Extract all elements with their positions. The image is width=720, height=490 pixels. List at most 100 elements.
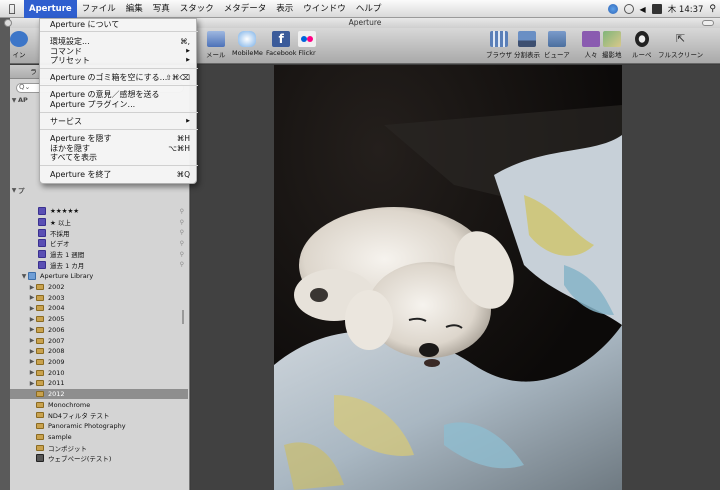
search-icon: ⚲ [179, 207, 184, 215]
split-view-label: 分割表示 [514, 51, 540, 59]
disclosure-triangle-icon[interactable]: ▶ [28, 284, 36, 291]
facebook-button[interactable]: f Facebook [266, 31, 297, 57]
folder-icon [36, 348, 44, 355]
sidebar-item-library[interactable]: ▼ Aperture Library [10, 271, 190, 282]
sidebar-item-year[interactable]: ▶ 2007 [10, 335, 190, 346]
menu-item-about[interactable]: Aperture について [40, 20, 198, 30]
email-button[interactable]: メール [206, 31, 226, 59]
viewer-button[interactable]: ビューア [544, 31, 570, 59]
import-button[interactable]: イン [10, 31, 28, 59]
close-button[interactable] [4, 19, 12, 27]
menu-window[interactable]: ウインドウ [298, 0, 351, 18]
sidebar-item-year[interactable]: ▶ 2011 [10, 378, 190, 389]
loupe-button[interactable]: ルーペ [632, 31, 652, 59]
disclosure-triangle-icon[interactable]: ▼ [20, 273, 28, 280]
smart-album-icon [38, 250, 46, 259]
album-icon [36, 401, 44, 408]
sidebar-item-album[interactable]: Monochrome [10, 399, 190, 410]
sidebar-item-album[interactable]: sample [10, 432, 190, 443]
menu-item-preferences[interactable]: 環境設定... ⌘, [40, 37, 198, 47]
disclosure-triangle-icon[interactable]: ▶ [28, 305, 36, 312]
sidebar-item-label: ★★★★★ [50, 207, 80, 216]
sidebar-item-year[interactable]: ▶ 2008 [10, 346, 190, 357]
menu-item-label: 環境設定... [50, 37, 90, 46]
clock[interactable]: 木 14:37 [668, 3, 704, 15]
menu-view[interactable]: 表示 [271, 0, 298, 18]
sidebar-item-album[interactable]: Panoramic Photography [10, 421, 190, 432]
photo[interactable] [274, 65, 622, 490]
sidebar-item-webpage[interactable]: ウェブページ(テスト) [10, 453, 190, 464]
apple-icon[interactable]:  [0, 2, 24, 15]
sidebar-item-smart[interactable]: ★★★★★ ⚲ [10, 206, 190, 217]
sidebar-item-album[interactable]: ND4フィルタ テスト [10, 410, 190, 421]
smart-album-icon [38, 228, 46, 237]
sidebar-item-year[interactable]: ▶ 2005 [10, 314, 190, 325]
faces-button[interactable]: 人々 [582, 31, 600, 59]
sidebar-resize-handle[interactable] [182, 310, 184, 324]
flickr-button[interactable]: Flickr [298, 31, 316, 57]
sidebar-item-smart[interactable]: ビデオ ⚲ [10, 238, 190, 249]
disclosure-triangle-icon[interactable]: ▶ [28, 348, 36, 355]
disclosure-triangle-icon[interactable]: ▶ [28, 337, 36, 344]
disclosure-triangle-icon[interactable]: ▶ [28, 316, 36, 323]
sidebar-item-smart[interactable]: 不採用 ⚲ [10, 227, 190, 238]
menu-item-presets[interactable]: プリセット ▶ [40, 56, 198, 66]
sidebar-item-year[interactable]: ▶ 2002 [10, 282, 190, 293]
disclosure-triangle-icon[interactable]: ▶ [28, 369, 36, 376]
sidebar-item-year[interactable]: ▶ 2009 [10, 357, 190, 368]
flickr-label: Flickr [298, 49, 316, 57]
sidebar-item-album[interactable]: コンポジット [10, 442, 190, 453]
spotlight-icon[interactable]: ⚲ [709, 4, 716, 14]
menu-item-quit[interactable]: Aperture を終了 ⌘Q [40, 170, 198, 180]
menu-metadata[interactable]: メタデータ [219, 0, 272, 18]
smart-album-icon [38, 260, 46, 269]
sidebar-item-smart[interactable]: ★ 以上 ⚲ [10, 217, 190, 228]
tab-library[interactable]: ラ [30, 67, 37, 77]
menu-photos[interactable]: 写真 [148, 0, 175, 18]
menu-stacks[interactable]: スタック [175, 0, 219, 18]
places-button[interactable]: 撮影地 [602, 31, 622, 59]
menu-help[interactable]: ヘルプ [351, 0, 387, 18]
sync-icon[interactable] [607, 4, 618, 14]
browser-button[interactable]: ブラウザ [486, 31, 512, 59]
menu-aperture[interactable]: Aperture [24, 0, 77, 18]
sidebar-item-year[interactable]: ▶ 2004 [10, 303, 190, 314]
toolbar-toggle-button[interactable] [702, 20, 714, 26]
menu-item-hide-others[interactable]: ほかを隠す ⌥⌘H [40, 144, 198, 154]
sidebar-item-year[interactable]: 2012 [10, 388, 188, 400]
volume-icon[interactable]: ◀ [640, 5, 646, 14]
sidebar-item-smart[interactable]: 過去 1 週間 ⚲ [10, 249, 190, 260]
menu-item-show-all[interactable]: すべてを表示 [40, 153, 198, 163]
sidebar-item-year[interactable]: ▶ 2010 [10, 367, 190, 378]
split-view-button[interactable]: 分割表示 [514, 31, 540, 59]
dog-photo [274, 65, 622, 490]
menu-item-feedback[interactable]: Aperture の意見／感想を送る [40, 90, 198, 100]
input-menu-icon[interactable] [651, 4, 662, 14]
menu-item-plugins[interactable]: Aperture プラグイン... [40, 100, 198, 110]
sidebar-item-smart-header[interactable]: ▼ プ [10, 185, 190, 196]
disclosure-triangle-icon[interactable]: ▶ [28, 326, 36, 333]
disclosure-triangle-icon[interactable]: ▶ [28, 294, 36, 301]
menu-item-commands[interactable]: コマンド ▶ [40, 47, 198, 57]
menu-edit[interactable]: 編集 [121, 0, 148, 18]
mobileme-button[interactable]: MobileMe [232, 31, 263, 57]
time-machine-icon[interactable] [623, 4, 634, 14]
sidebar-item-label: コンポジット [48, 444, 87, 453]
sidebar-item-year[interactable]: ▶ 2006 [10, 325, 190, 336]
menu-item-services[interactable]: サービス ▶ [40, 117, 198, 127]
sidebar-item-label: 2011 [48, 379, 65, 388]
sidebar-item-year[interactable]: ▶ 2003 [10, 292, 190, 303]
disclosure-triangle-icon[interactable]: ▶ [28, 358, 36, 365]
sidebar-item-label: Aperture Library [40, 272, 94, 281]
disclosure-triangle-icon[interactable]: ▶ [28, 380, 36, 387]
menu-item-label: ほかを隠す [50, 143, 90, 153]
fullscreen-button[interactable]: ⇱ フルスクリーン [658, 31, 703, 59]
menu-file[interactable]: ファイル [77, 0, 121, 18]
disclosure-triangle-icon[interactable]: ▼ [10, 97, 18, 104]
sidebar-item-label: 過去 1 週間 [50, 251, 85, 260]
menu-item-empty-trash[interactable]: Aperture のゴミ箱を空にする... ⇧⌘⌫ [40, 73, 198, 83]
menu-item-label: Aperture プラグイン... [50, 99, 136, 109]
disclosure-triangle-icon[interactable]: ▼ [10, 187, 18, 194]
menu-item-hide[interactable]: Aperture を隠す ⌘H [40, 134, 198, 144]
sidebar-item-smart[interactable]: 過去 1 カ月 ⚲ [10, 260, 190, 271]
